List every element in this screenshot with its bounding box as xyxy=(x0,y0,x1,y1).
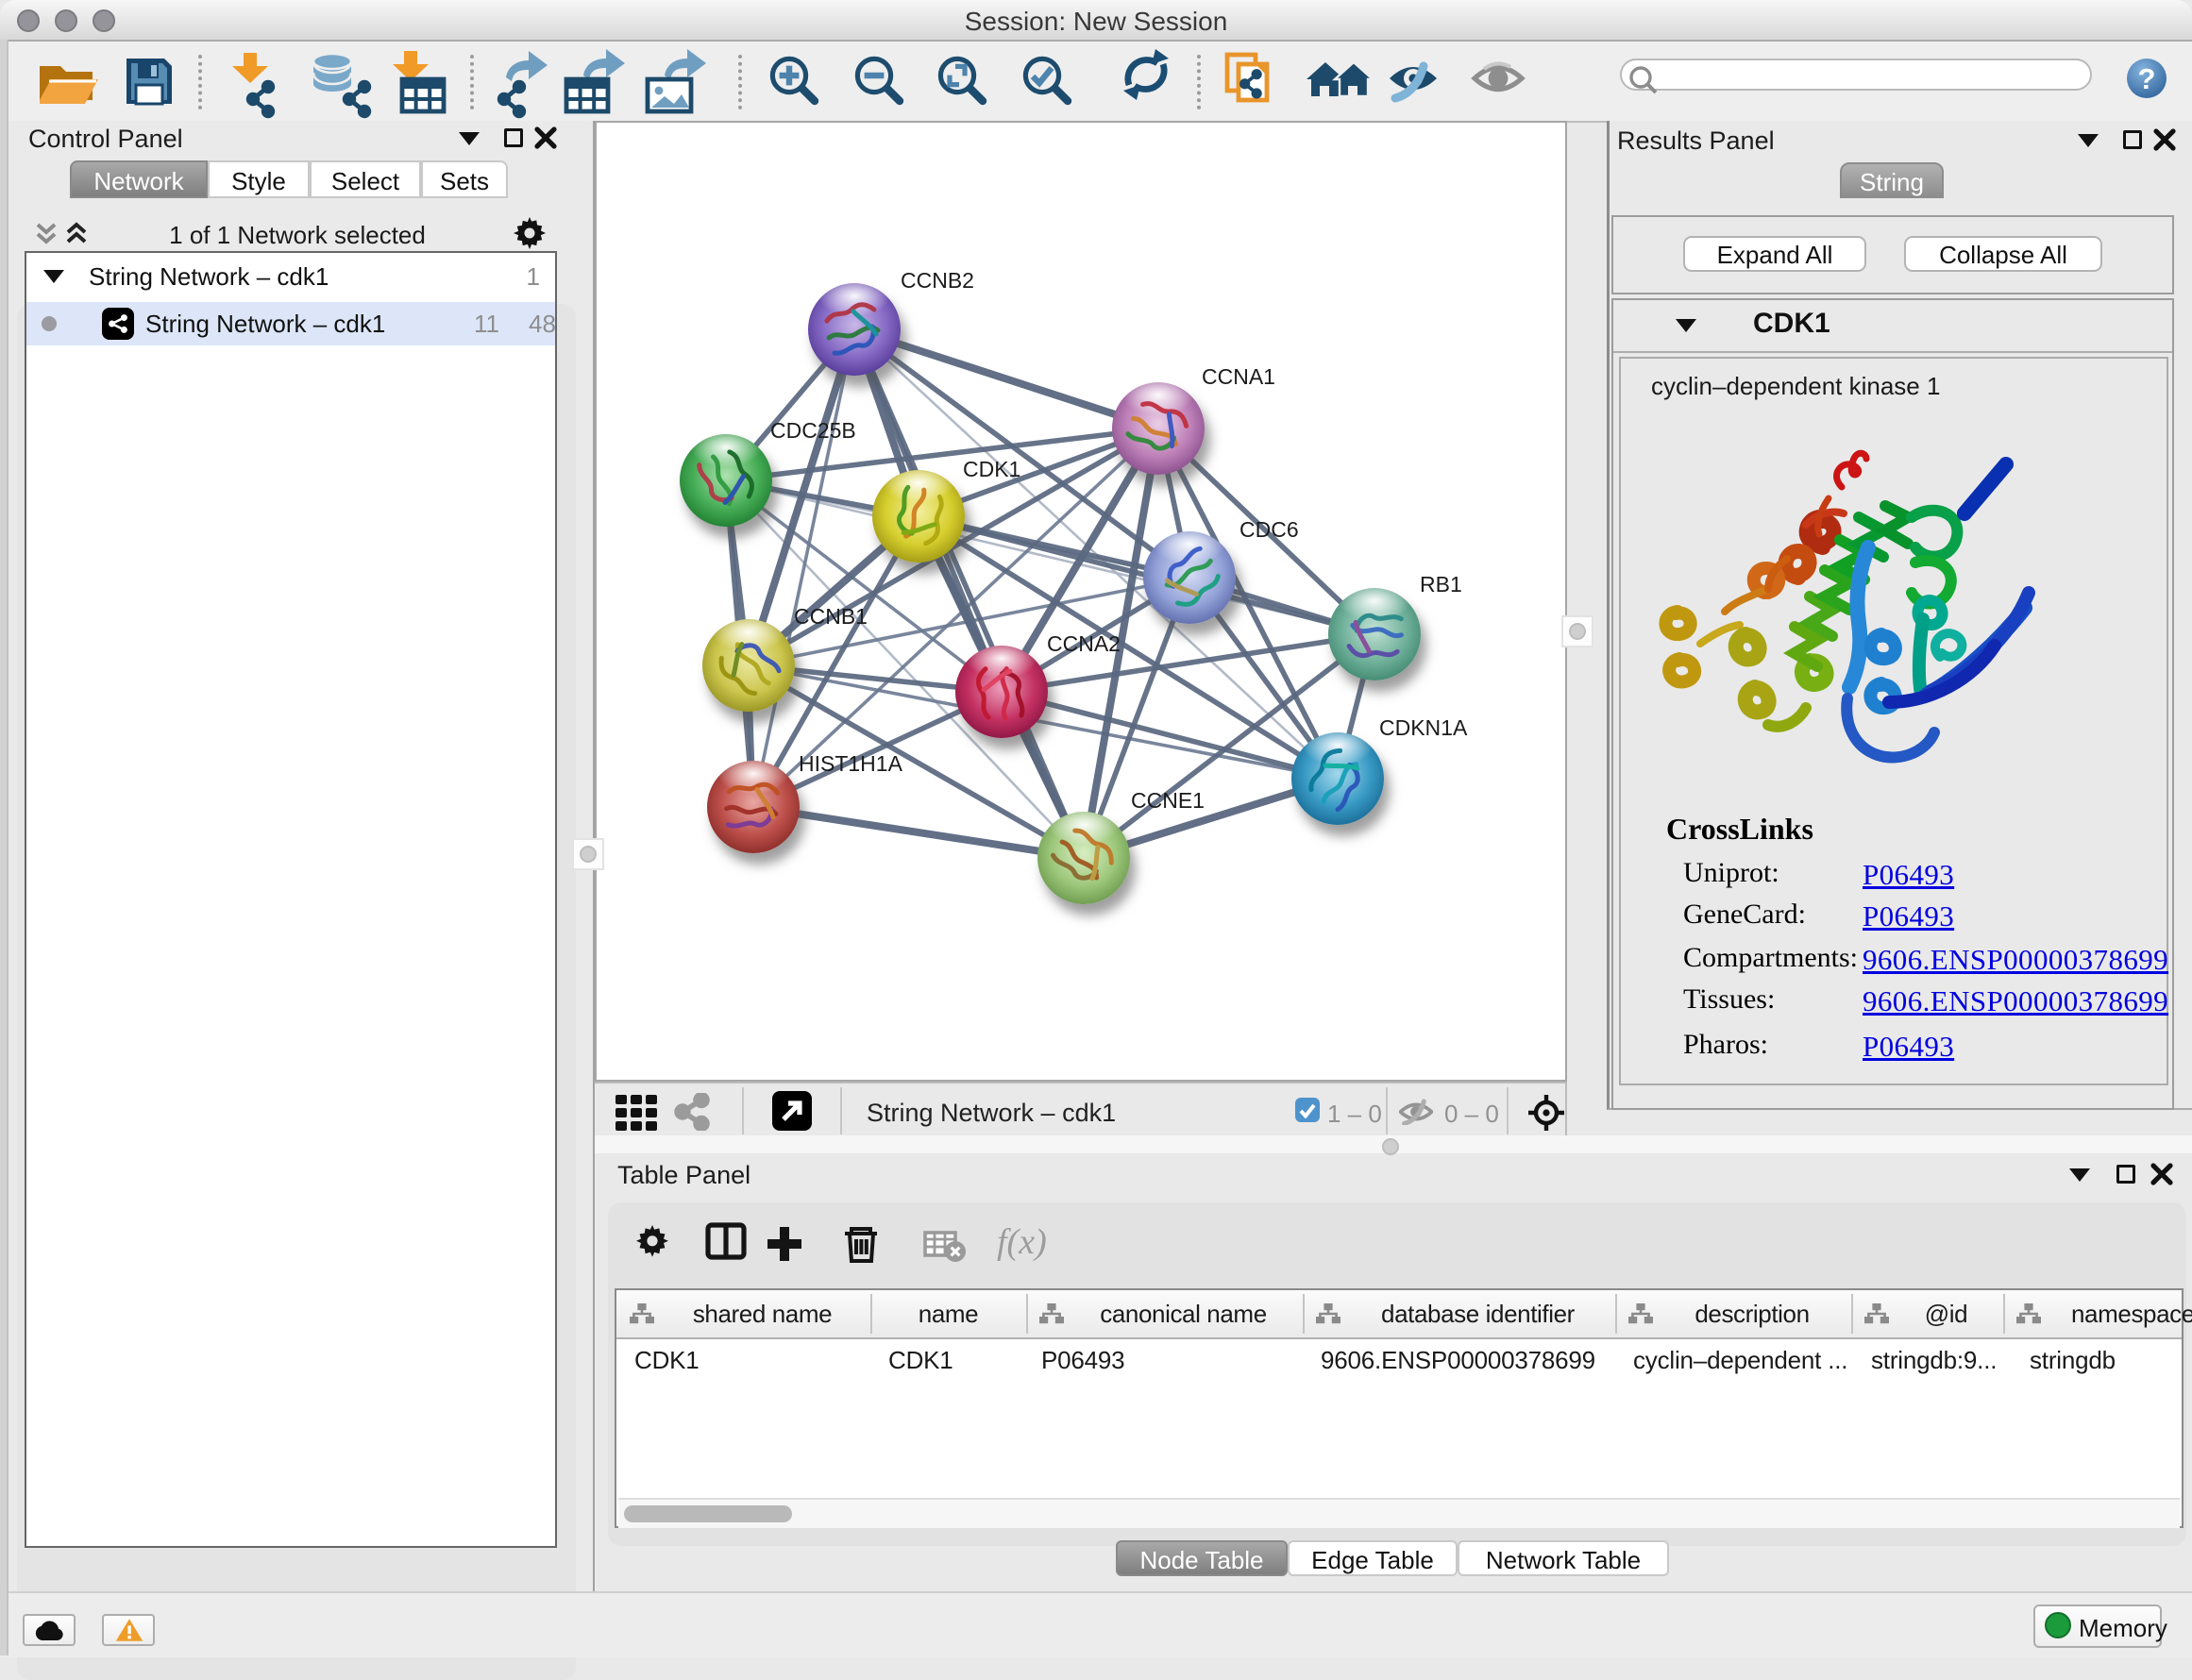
svg-text:f(x): f(x) xyxy=(997,1222,1047,1262)
svg-text:?: ? xyxy=(2138,62,2156,95)
